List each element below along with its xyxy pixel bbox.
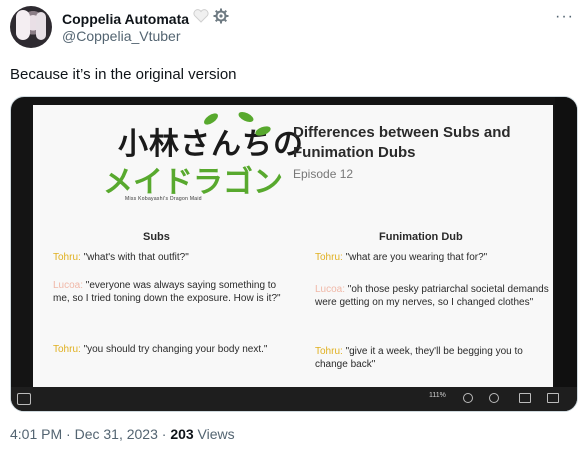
speaker: Lucoa:: [315, 284, 346, 295]
views-count: 203: [170, 426, 194, 442]
subs-header: Subs: [143, 231, 170, 243]
slide-title: Differences between Subs and Funimation …: [293, 124, 511, 161]
quote-text: "everyone was always saying something to…: [53, 280, 281, 304]
sidebar-toggle-icon[interactable]: [17, 393, 31, 405]
dub-header: Funimation Dub: [379, 231, 463, 243]
subs-quote: Tohru: "you should try changing your bod…: [53, 343, 283, 356]
name-row: Coppelia Automata: [62, 8, 229, 29]
avatar-hair-right: [36, 12, 46, 40]
quote-text: "oh those pesky patriarchal societal dem…: [315, 284, 549, 308]
logo-jp-line2: メイドラゴン: [103, 165, 283, 200]
tweet-meta: 4:01 PM · Dec 31, 2023 · 203 Views: [10, 426, 235, 442]
viewer-toolbar: 111%: [11, 387, 577, 411]
avatar[interactable]: [10, 6, 52, 48]
media-image[interactable]: 小林さんちの メイドラゴン Miss Kobayashi's Dragon Ma…: [10, 96, 578, 412]
fullscreen-icon[interactable]: [547, 393, 559, 403]
quote-text: "you should try changing your body next.…: [80, 344, 268, 355]
speaker: Tohru:: [315, 346, 343, 357]
subs-quote: Lucoa: "everyone was always saying somet…: [53, 279, 283, 305]
zoom-out-icon[interactable]: [463, 393, 473, 403]
user-handle[interactable]: @Coppelia_Vtuber: [62, 28, 181, 44]
speaker: Tohru:: [53, 344, 81, 355]
fit-icon[interactable]: [519, 393, 531, 403]
quote-text: "give it a week, they'll be begging you …: [315, 346, 523, 370]
zoom-in-icon[interactable]: [489, 393, 499, 403]
dub-quote: Lucoa: "oh those pesky patriarchal socie…: [315, 283, 551, 309]
quote-text: "what are you wearing that for?": [342, 252, 488, 263]
views-label: Views: [193, 426, 235, 442]
quote-text: "what's with that outfit?": [80, 252, 189, 263]
timestamp[interactable]: 4:01 PM · Dec 31, 2023 ·: [10, 426, 170, 442]
logo-subtitle: Miss Kobayashi's Dragon Maid: [125, 196, 202, 202]
zoom-level: 111%: [429, 392, 446, 399]
speaker: Tohru:: [315, 252, 343, 263]
slide: 小林さんちの メイドラゴン Miss Kobayashi's Dragon Ma…: [33, 105, 553, 387]
more-icon[interactable]: ···: [555, 8, 574, 26]
heart-icon: [193, 9, 209, 28]
gear-icon: [213, 8, 229, 29]
subs-quote: Tohru: "what's with that outfit?": [53, 251, 283, 264]
video-edge: [555, 97, 577, 387]
speaker: Lucoa:: [53, 280, 84, 291]
episode-label: Episode 12: [293, 167, 354, 181]
speaker: Tohru:: [53, 252, 81, 263]
dub-quote: Tohru: "give it a week, they'll be beggi…: [315, 345, 551, 371]
tweet-text: Because it’s in the original version: [10, 66, 237, 83]
display-name[interactable]: Coppelia Automata: [62, 11, 189, 27]
dub-quote: Tohru: "what are you wearing that for?": [315, 251, 551, 264]
avatar-hair: [16, 10, 30, 40]
